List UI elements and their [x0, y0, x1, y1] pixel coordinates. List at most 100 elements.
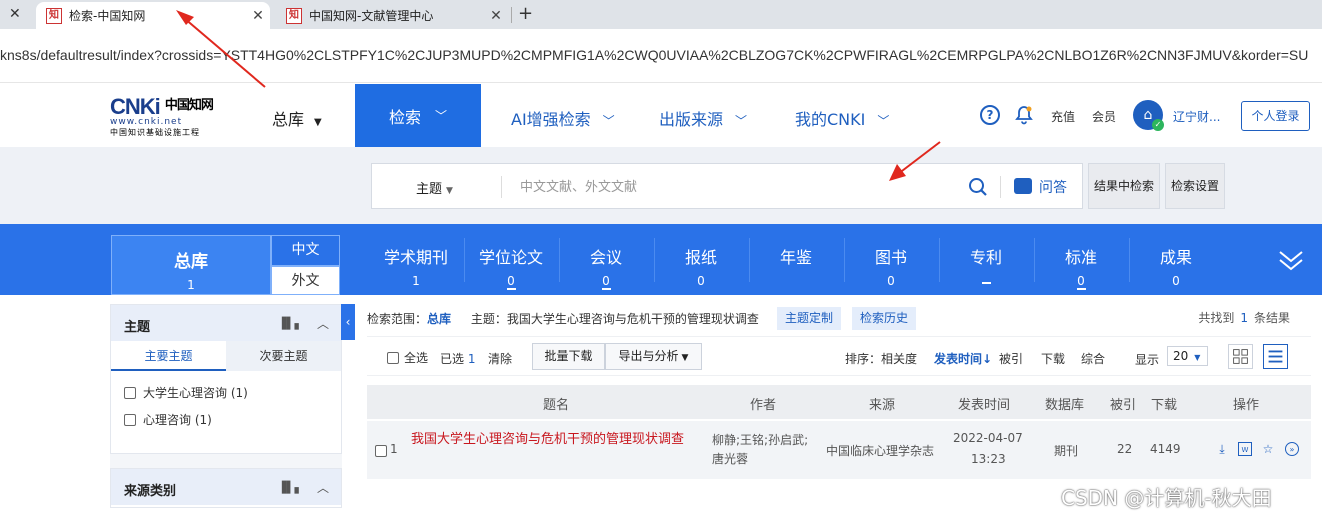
- clear-button[interactable]: 清除: [488, 350, 512, 367]
- result-authors[interactable]: 柳静;王铭;孙启武;唐光蓉: [712, 431, 812, 469]
- close-icon[interactable]: ✕: [9, 6, 21, 22]
- result-title-link[interactable]: 我国大学生心理咨询与危机干预的管理现状调查: [411, 429, 706, 450]
- sort-relevance[interactable]: 相关度: [881, 350, 917, 367]
- checkbox[interactable]: [375, 445, 387, 457]
- url-text[interactable]: kns8s/defaultresult/index?crossids=YSTT4…: [0, 47, 1308, 63]
- cnki-favicon-icon: 知: [46, 7, 62, 24]
- tab-books[interactable]: 图书 0: [844, 244, 938, 288]
- facet-item[interactable]: 大学生心理咨询 (1): [111, 379, 341, 406]
- caret-down-icon: ▼: [681, 353, 689, 363]
- bar-chart-icon[interactable]: ▐▌▖: [278, 317, 303, 330]
- list-view-icon[interactable]: [1263, 344, 1288, 369]
- facet-sidebar: 主题 ▐▌▖ ︿ 主要主题 次要主题 大学生心理咨询 (1) 心理咨询 (1) …: [110, 304, 342, 516]
- found-prefix: 共找到: [1198, 311, 1235, 325]
- library-label: 总库: [272, 110, 305, 129]
- html-read-icon[interactable]: W: [1238, 442, 1252, 456]
- browser-tab-docmanager[interactable]: 知 中国知网-文献管理中心 ✕: [276, 2, 508, 29]
- address-bar[interactable]: kns8s/defaultresult/index?crossids=YSTT4…: [0, 29, 1322, 83]
- quote-icon[interactable]: »: [1285, 442, 1299, 456]
- sort-composite[interactable]: 综合: [1081, 350, 1105, 367]
- facet-item-label: 大学生心理咨询 (1): [143, 386, 248, 400]
- tab-count: 0: [507, 274, 515, 288]
- close-icon[interactable]: ✕: [246, 8, 270, 24]
- tab-count: 0: [887, 274, 895, 288]
- scope-value[interactable]: 总库: [427, 312, 451, 326]
- search-input[interactable]: [520, 176, 950, 198]
- tab-standards[interactable]: 标准 0: [1034, 244, 1128, 290]
- nav-ai-search[interactable]: AI增强检索 ﹀: [511, 106, 615, 130]
- search-settings-button[interactable]: 检索设置: [1165, 163, 1225, 209]
- recharge-link[interactable]: 充值: [1051, 108, 1075, 125]
- tab-patents[interactable]: 专利: [939, 244, 1033, 284]
- member-link[interactable]: 会员: [1092, 108, 1116, 125]
- batch-download-button[interactable]: 批量下载: [532, 343, 605, 370]
- chat-icon[interactable]: [1014, 178, 1032, 194]
- tab-newspapers[interactable]: 报纸 0: [654, 244, 748, 288]
- checkbox[interactable]: [387, 352, 399, 364]
- export-label: 导出与分析: [618, 349, 679, 363]
- search-icon[interactable]: [968, 177, 988, 197]
- page-size-value: 20: [1173, 349, 1189, 363]
- qa-button[interactable]: 问答: [1039, 177, 1067, 197]
- browser-tab-bar: ✕ 知 检索-中国知网 ✕ 知 中国知网-文献管理中心 ✕ +: [0, 0, 1322, 29]
- select-all[interactable]: 全选: [387, 349, 428, 366]
- tab-academic-journals[interactable]: 学术期刊 1: [369, 244, 463, 288]
- sort-download[interactable]: 下载: [1041, 350, 1065, 367]
- results-toolbar: 全选 已选 1 清除 批量下载 导出与分析 ▼ 排序： 相关度 发表时间↓ 被引 …: [367, 336, 1311, 376]
- tab-total-library[interactable]: 总库 1: [111, 235, 271, 295]
- grid-view-icon[interactable]: [1228, 344, 1253, 369]
- search-history-button[interactable]: 检索历史: [852, 307, 917, 330]
- tab-main-topic[interactable]: 主要主题: [111, 341, 226, 371]
- lang-chinese-tab[interactable]: 中文: [271, 235, 340, 266]
- lang-foreign-tab[interactable]: 外文: [271, 266, 340, 295]
- custom-topic-button[interactable]: 主题定制: [777, 307, 842, 330]
- personal-login-button[interactable]: 个人登录: [1241, 101, 1310, 131]
- checkbox[interactable]: [124, 413, 136, 426]
- cnki-logo[interactable]: CNKi 中国知网 www.cnki.net 中国知识基础设施工程: [110, 94, 238, 138]
- search-within-results-button[interactable]: 结果中检索: [1088, 163, 1160, 209]
- bell-icon[interactable]: [1014, 105, 1034, 125]
- search-scope: 检索范围：总库 主题：我国大学生心理咨询与危机干预的管理现状调查: [367, 310, 759, 327]
- nav-my-cnki[interactable]: 我的CNKI ﹀: [795, 106, 889, 130]
- library-selector[interactable]: 总库 ▼: [272, 106, 322, 130]
- star-icon[interactable]: ☆: [1261, 442, 1275, 456]
- export-analysis-button[interactable]: 导出与分析 ▼: [605, 343, 702, 370]
- chevron-up-icon[interactable]: ︿: [317, 315, 329, 332]
- source-facet: 来源类别 ▐▌▖ ︿: [110, 468, 342, 508]
- nav-search[interactable]: 检索 ﹀: [355, 84, 481, 147]
- checkbox[interactable]: [124, 386, 136, 399]
- collapse-sidebar-icon[interactable]: ‹: [341, 304, 355, 340]
- tab-dissertations[interactable]: 学位论文 0: [464, 244, 558, 290]
- dash-marker: [601, 288, 611, 290]
- select-all-label: 全选: [404, 351, 429, 365]
- tab-secondary-topic[interactable]: 次要主题: [226, 341, 341, 371]
- download-icon[interactable]: ⤓: [1215, 442, 1229, 456]
- chevron-up-icon[interactable]: ︿: [317, 479, 329, 496]
- sort-date[interactable]: 发表时间↓: [934, 350, 992, 367]
- search-field-select[interactable]: 主题 ▼: [416, 178, 453, 197]
- new-tab-icon[interactable]: +: [518, 3, 533, 24]
- facet-item[interactable]: 心理咨询 (1): [111, 406, 341, 433]
- tab-achievements[interactable]: 成果 0: [1129, 244, 1223, 288]
- tab-yearbooks[interactable]: 年鉴: [749, 244, 843, 274]
- browser-tab-search[interactable]: 知 检索-中国知网 ✕: [36, 2, 270, 29]
- logo-url: www.cnki.net: [110, 117, 183, 127]
- nav-publication-source[interactable]: 出版来源 ﹀: [659, 106, 747, 130]
- tab-title: 中国知网-文献管理中心: [309, 9, 434, 23]
- expand-chevron-icon[interactable]: [1277, 249, 1305, 273]
- result-source[interactable]: 中国临床心理学杂志: [826, 442, 934, 459]
- selected-count: 已选 1: [440, 350, 475, 367]
- facet-title: 来源类别: [124, 484, 177, 499]
- page-size-select[interactable]: 20 ▼: [1167, 346, 1208, 366]
- search-band: 主题▼ 问答 结果中检索 检索设置: [0, 147, 1322, 224]
- sort-cited[interactable]: 被引: [999, 350, 1023, 367]
- divider: [1000, 176, 1001, 198]
- tab-conferences[interactable]: 会议 0: [559, 244, 653, 290]
- close-icon[interactable]: ✕: [484, 8, 508, 24]
- institution-name[interactable]: 辽宁财...: [1173, 108, 1220, 125]
- nav-label: AI增强检索: [511, 110, 591, 129]
- bar-chart-icon[interactable]: ▐▌▖: [278, 481, 303, 494]
- query-text: 主题：我国大学生心理咨询与危机干预的管理现状调查: [470, 312, 759, 326]
- tab-label: 会议: [589, 248, 622, 267]
- help-icon[interactable]: ?: [980, 105, 1000, 125]
